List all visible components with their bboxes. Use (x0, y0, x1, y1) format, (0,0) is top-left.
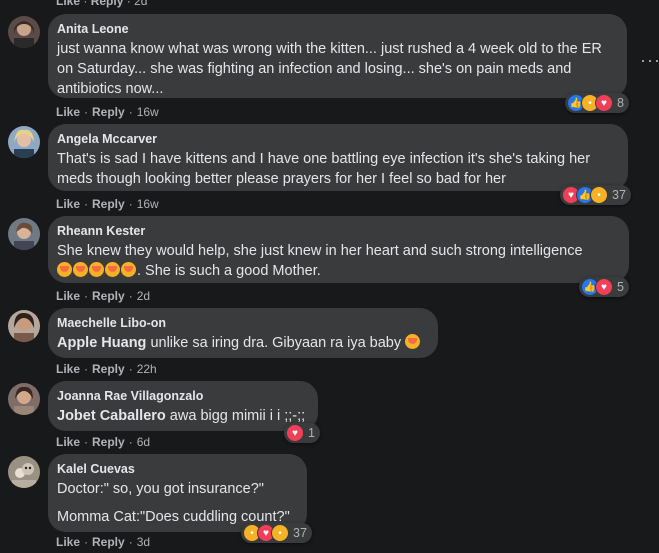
comment-line: Doctor:" so, you got insurance?" (57, 481, 264, 497)
comment-time[interactable]: 16w (137, 197, 159, 211)
emoji-icon (57, 262, 72, 277)
comment-text-part: She knew they would help, she just knew … (57, 243, 583, 259)
like-button[interactable]: Like (56, 0, 80, 8)
comment-actions: Like · Reply · 16w (56, 105, 159, 119)
avatar[interactable] (8, 456, 40, 488)
comment-bubble: Joanna Rae Villagonzalo Jobet Caballero … (48, 381, 318, 431)
avatar[interactable] (8, 383, 40, 415)
comment-author[interactable]: Maechelle Libo-on (57, 316, 426, 330)
comment-time[interactable]: 2d (137, 289, 150, 303)
comment-text: Apple Huang unlike sa iring dra. Gibyaan… (57, 333, 426, 353)
comment-author[interactable]: Rheann Kester (57, 224, 617, 238)
emoji-icon (121, 262, 136, 277)
comment-time[interactable]: 3d (137, 535, 150, 549)
reaction-summary[interactable]: ♥ 1 (284, 423, 320, 443)
crying-emoji-icon (405, 334, 421, 349)
reply-button[interactable]: Reply (92, 535, 125, 549)
like-button[interactable]: Like (56, 105, 80, 119)
comment-bubble: Rheann Kester She knew they would help, … (48, 216, 629, 283)
comment-author[interactable]: Angela Mccarver (57, 132, 616, 146)
comment-text: That's is sad I have kittens and I have … (57, 151, 591, 187)
comment-text: just wanna know what was wrong with the … (57, 41, 602, 97)
reaction-summary[interactable]: 👍 ♥ 5 (579, 277, 629, 297)
care-icon: • (271, 524, 289, 542)
like-button[interactable]: Like (56, 289, 80, 303)
mention-link[interactable]: Jobet Caballero (57, 408, 166, 424)
comment-text: She knew they would help, she just knew … (57, 241, 617, 281)
reply-button[interactable]: Reply (92, 105, 125, 119)
reaction-count: 1 (308, 426, 315, 440)
mention-link[interactable]: Apple Huang (57, 335, 146, 351)
like-button[interactable]: Like (56, 197, 80, 211)
emoji-icon (73, 262, 88, 277)
comment-text: Doctor:" so, you got insurance?" Momma C… (57, 479, 295, 527)
reaction-count: 5 (617, 280, 624, 294)
comment-bubble: Angela Mccarver That's is sad I have kit… (48, 124, 628, 191)
comment-time[interactable]: 6d (137, 435, 150, 449)
reaction-summary[interactable]: ♥ 👍 • 37 (560, 185, 631, 205)
reaction-count: 37 (293, 526, 307, 540)
comment-actions: Like · Reply · 22h (56, 362, 157, 376)
comment-text-part: unlike sa iring dra. Gibyaan ra iya baby (146, 335, 402, 351)
avatar[interactable] (8, 16, 40, 48)
reply-button[interactable]: Reply (92, 435, 125, 449)
comment-author[interactable]: Joanna Rae Villagonzalo (57, 389, 306, 403)
comment-bubble: Maechelle Libo-on Apple Huang unlike sa … (48, 308, 438, 358)
avatar[interactable] (8, 310, 40, 342)
comment-author[interactable]: Anita Leone (57, 22, 615, 36)
comment-text-part: awa bigg mimii i i ;;-;; (165, 408, 306, 424)
comment-text: Jobet Caballero awa bigg mimii i i ;;-;; (57, 406, 306, 426)
avatar[interactable] (8, 126, 40, 158)
comment-bubble: Kalel Cuevas Doctor:" so, you got insura… (48, 454, 307, 532)
comment-actions: Like · Reply · 16w (56, 197, 159, 211)
comment-text-part: . She is such a good Mother. (137, 263, 321, 279)
like-button[interactable]: Like (56, 435, 80, 449)
love-icon: ♥ (286, 424, 304, 442)
reply-button[interactable]: Reply (91, 0, 124, 8)
reaction-summary[interactable]: • ♥ • 37 (241, 523, 312, 543)
comment-time[interactable]: 2d (134, 0, 147, 8)
comment-author[interactable]: Kalel Cuevas (57, 462, 295, 476)
more-options-icon[interactable]: ··· (640, 50, 659, 71)
previous-comment-actions: Like · Reply · 2d (56, 0, 147, 8)
comment-bubble: Anita Leone just wanna know what was wro… (48, 14, 627, 98)
emoji-icon (105, 262, 120, 277)
like-button[interactable]: Like (56, 362, 80, 376)
care-icon: • (590, 186, 608, 204)
reaction-summary[interactable]: 👍 • ♥ 8 (565, 93, 629, 113)
comment-actions: Like · Reply · 6d (56, 435, 151, 449)
reaction-count: 37 (612, 188, 626, 202)
comment-time[interactable]: 22h (137, 362, 157, 376)
love-icon: ♥ (595, 94, 613, 112)
love-icon: ♥ (595, 278, 613, 296)
comment-actions: Like · Reply · 3d (56, 535, 151, 549)
emoji-icon (89, 262, 104, 277)
avatar[interactable] (8, 218, 40, 250)
comment-time[interactable]: 16w (137, 105, 159, 119)
comment-actions: Like · Reply · 2d (56, 289, 151, 303)
reaction-count: 8 (617, 96, 624, 110)
like-button[interactable]: Like (56, 535, 80, 549)
reply-button[interactable]: Reply (92, 362, 125, 376)
reply-button[interactable]: Reply (92, 197, 125, 211)
reply-button[interactable]: Reply (92, 289, 125, 303)
